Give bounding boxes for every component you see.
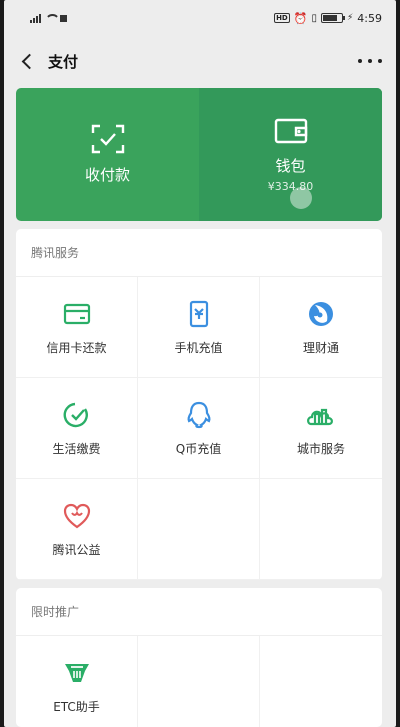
status-left xyxy=(30,13,67,23)
charging-icon: ⚡ xyxy=(346,13,354,23)
etc-icon xyxy=(64,664,89,682)
more-options-icon[interactable] xyxy=(358,50,382,72)
service-charity[interactable]: 腾讯公益 xyxy=(16,479,138,580)
promo-grid: ETC助手 xyxy=(16,636,382,727)
collect-pay-label: 收付款 xyxy=(84,166,130,184)
battery-icon xyxy=(320,13,345,23)
credit-card-icon xyxy=(63,303,90,324)
signal-icon xyxy=(30,13,41,23)
status-bar: HD ⏰ ▯ ⚡ 4:59 xyxy=(4,0,396,36)
alarm-icon: ⏰ xyxy=(293,11,308,25)
nav-bar: 支付 xyxy=(4,38,396,84)
status-time: 4:59 xyxy=(357,11,382,25)
service-qq-coin[interactable]: Q币充值 xyxy=(138,378,260,479)
payment-card: 收付款 钱包 ¥334.80 xyxy=(16,88,382,221)
empty-cell xyxy=(138,479,260,580)
collect-pay-button[interactable]: 收付款 xyxy=(16,88,199,221)
notification-icon xyxy=(60,14,67,22)
scan-pay-icon xyxy=(91,124,124,154)
tencent-services-panel: 腾讯服务 信用卡还款 手机充值 理财通 生活缴费 Q币充值 城市服务 腾讯公益 xyxy=(16,229,382,580)
service-label: 手机充值 xyxy=(174,340,223,355)
wifi-icon xyxy=(45,13,60,23)
wallet-label: 钱包 xyxy=(275,156,306,175)
service-credit-card-repay[interactable]: 信用卡还款 xyxy=(16,277,138,378)
service-city[interactable]: 城市服务 xyxy=(260,378,382,479)
service-phone-topup[interactable]: 手机充值 xyxy=(138,277,260,378)
charity-icon xyxy=(63,503,90,528)
services-grid: 信用卡还款 手机充值 理财通 生活缴费 Q币充值 城市服务 腾讯公益 xyxy=(16,277,382,580)
empty-cell xyxy=(260,479,382,580)
service-etc[interactable]: ETC助手 xyxy=(16,636,138,727)
service-label: 理财通 xyxy=(302,340,339,355)
service-label: 生活缴费 xyxy=(52,441,101,456)
empty-cell xyxy=(138,636,260,727)
vibrate-icon: ▯ xyxy=(311,12,317,24)
service-label: ETC助手 xyxy=(53,700,100,714)
service-label: 腾讯公益 xyxy=(52,542,101,557)
wallet-icon xyxy=(274,118,307,143)
phone-topup-icon xyxy=(189,300,208,327)
service-label: Q币充值 xyxy=(175,441,222,456)
wealth-icon xyxy=(309,301,333,326)
page-title: 支付 xyxy=(48,52,79,71)
section-title: 限时推广 xyxy=(16,588,382,636)
city-services-icon xyxy=(307,408,333,425)
section-title: 腾讯服务 xyxy=(16,229,382,277)
service-wealth[interactable]: 理财通 xyxy=(260,277,382,378)
utilities-icon xyxy=(63,402,88,427)
empty-cell xyxy=(260,636,382,727)
service-utilities[interactable]: 生活缴费 xyxy=(16,378,138,479)
touch-indicator xyxy=(290,187,312,209)
service-label: 城市服务 xyxy=(296,441,345,456)
hd-icon: HD xyxy=(274,13,290,23)
phone-screen: HD ⏰ ▯ ⚡ 4:59 支付 收付款 钱包 ¥334.80 腾讯服务 信用卡… xyxy=(4,0,396,727)
status-right: HD ⏰ ▯ ⚡ 4:59 xyxy=(274,12,382,25)
service-label: 信用卡还款 xyxy=(46,340,107,355)
qq-coin-icon xyxy=(187,401,210,428)
promo-panel: 限时推广 ETC助手 xyxy=(16,588,382,727)
back-arrow-icon[interactable] xyxy=(18,50,40,72)
